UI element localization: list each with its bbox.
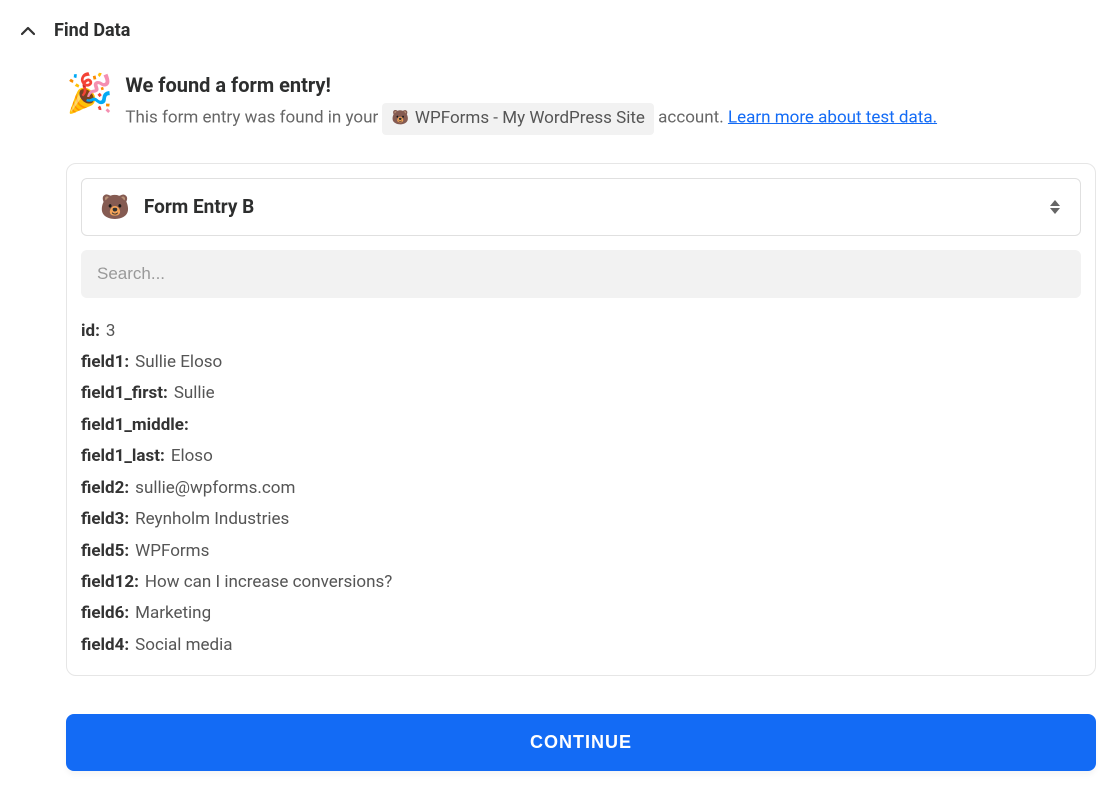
field-key: field6: <box>81 598 129 629</box>
field-key: field4: <box>81 630 129 661</box>
celebrate-icon: 🎉 <box>66 75 113 113</box>
field-value: Sullie <box>174 378 215 409</box>
field-value: Reynholm Industries <box>135 504 289 535</box>
field-value: Sullie Eloso <box>135 347 222 378</box>
field-value: WPForms <box>135 536 209 567</box>
field-row: field1:Sullie Eloso <box>81 347 1081 378</box>
field-row: field1_middle: <box>81 410 1081 441</box>
field-value: 3 <box>106 316 116 347</box>
bear-icon: 🐻 <box>100 193 130 221</box>
search-input[interactable] <box>81 250 1081 298</box>
form-entry-dropdown[interactable]: 🐻 Form Entry B <box>81 178 1081 236</box>
field-value: Social media <box>135 630 232 661</box>
subtitle-post: account. <box>658 107 728 127</box>
field-value: Eloso <box>171 441 213 472</box>
field-row: field1_first:Sullie <box>81 378 1081 409</box>
field-value: How can I increase conversions? <box>145 567 392 598</box>
continue-button[interactable]: CONTINUE <box>66 714 1096 771</box>
field-row: field12:How can I increase conversions? <box>81 567 1081 598</box>
collapse-toggle[interactable] <box>20 23 36 39</box>
field-key: field1: <box>81 347 129 378</box>
found-subtitle: This form entry was found in your 🐻 WPFo… <box>125 103 1096 135</box>
field-row: field5:WPForms <box>81 536 1081 567</box>
field-key: field3: <box>81 504 129 535</box>
section-title: Find Data <box>54 20 130 41</box>
field-key: field12: <box>81 567 139 598</box>
subtitle-pre: This form entry was found in your <box>125 107 382 127</box>
learn-more-link[interactable]: Learn more about test data. <box>728 107 937 127</box>
result-card: 🐻 Form Entry B id:3field1:Sullie Elosofi… <box>66 163 1096 677</box>
dropdown-arrows-icon <box>1048 197 1062 217</box>
field-value: sullie@wpforms.com <box>135 473 295 504</box>
field-row: field3:Reynholm Industries <box>81 504 1081 535</box>
wpforms-icon: 🐻 <box>391 108 408 129</box>
field-key: field2: <box>81 473 129 504</box>
found-title: We found a form entry! <box>125 73 1096 97</box>
chevron-up-icon <box>21 24 35 38</box>
field-row: field1_last:Eloso <box>81 441 1081 472</box>
field-key: field1_last: <box>81 441 165 472</box>
field-row: field4:Social media <box>81 630 1081 661</box>
fields-list: id:3field1:Sullie Elosofield1_first:Sull… <box>81 316 1081 662</box>
field-key: field1_first: <box>81 378 168 409</box>
dropdown-label: Form Entry B <box>144 195 1034 218</box>
field-key: field5: <box>81 536 129 567</box>
field-value: Marketing <box>135 598 211 629</box>
field-key: id: <box>81 316 100 347</box>
account-chip: 🐻 WPForms - My WordPress Site <box>382 103 653 135</box>
field-row: field2:sullie@wpforms.com <box>81 473 1081 504</box>
field-row: field6:Marketing <box>81 598 1081 629</box>
account-name: WPForms - My WordPress Site <box>415 106 645 132</box>
field-row: id: 3 <box>81 316 1081 347</box>
field-key: field1_middle: <box>81 410 189 441</box>
